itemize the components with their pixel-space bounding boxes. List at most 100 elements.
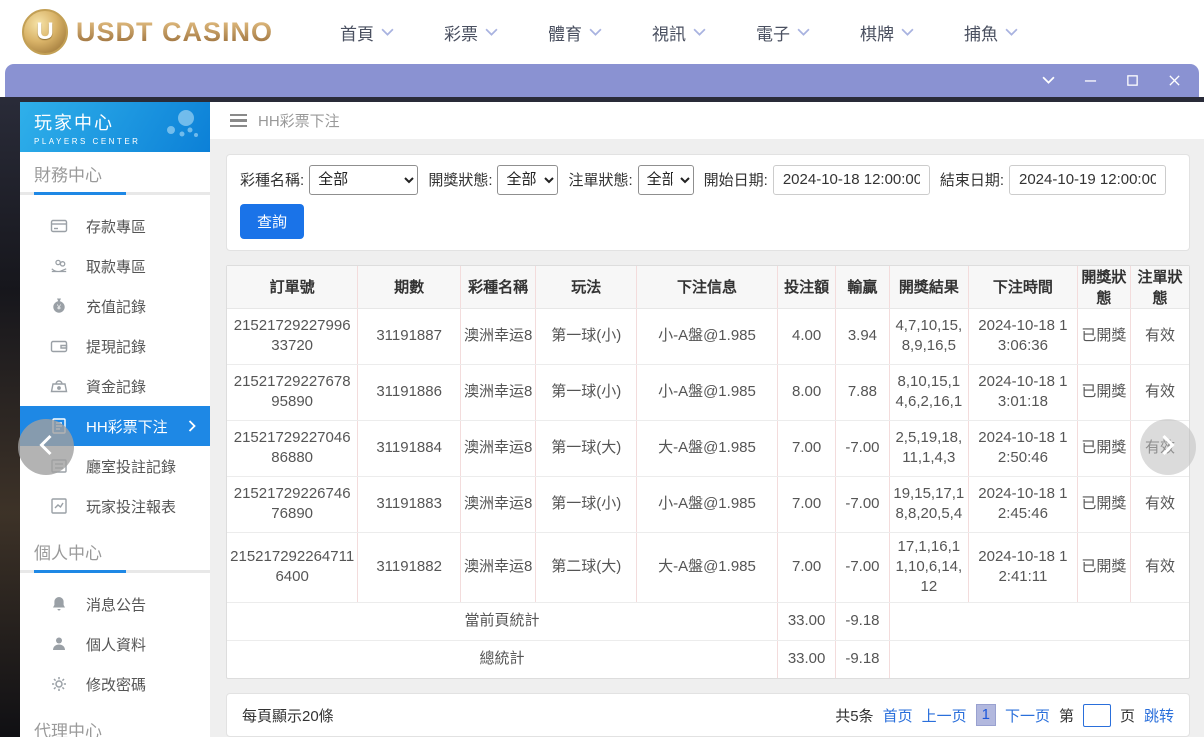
first-page-link[interactable]: 首页 bbox=[883, 705, 913, 726]
carousel-left-button[interactable] bbox=[18, 419, 74, 475]
sidebar-item-funds-records[interactable]: 資金記錄 bbox=[20, 366, 210, 406]
cell-period: 31191884 bbox=[357, 420, 461, 477]
top-navigation: 首頁 彩票 體育 視訊 電子 棋牌 捕魚 bbox=[315, 20, 1043, 45]
nav-item-video[interactable]: 視訊 bbox=[627, 20, 731, 45]
cell-play-type: 第一球(小) bbox=[535, 476, 638, 533]
cell-draw-status: 已開獎 bbox=[1077, 532, 1132, 603]
top-bar: U USDT CASINO 首頁 彩票 體育 視訊 電子 棋牌 捕魚 bbox=[0, 0, 1204, 64]
close-button[interactable] bbox=[1159, 70, 1189, 92]
start-date-input[interactable] bbox=[772, 164, 930, 195]
start-date-label: 開始日期: bbox=[703, 172, 768, 190]
chevron-down-icon bbox=[1041, 74, 1055, 87]
chevron-down-icon bbox=[1005, 28, 1018, 37]
next-page-link[interactable]: 下一页 bbox=[1005, 705, 1050, 726]
sidebar-item-label: 取款專區 bbox=[86, 258, 147, 276]
query-button[interactable]: 查詢 bbox=[240, 203, 305, 239]
sidebar-item-profile[interactable]: 個人資料 bbox=[20, 624, 210, 664]
current-page-indicator[interactable]: 1 bbox=[975, 704, 996, 726]
sidebar-item-change-password[interactable]: 修改密碼 bbox=[20, 664, 210, 704]
cell-order-no: 2152172922647116400 bbox=[227, 532, 359, 603]
cell-period: 31191887 bbox=[357, 308, 461, 365]
jump-page-input[interactable] bbox=[1082, 703, 1111, 727]
section-underline bbox=[20, 570, 210, 573]
nav-item-lottery[interactable]: 彩票 bbox=[419, 20, 523, 45]
cell-draw-result: 2,5,19,18,11,1,4,3 bbox=[889, 420, 970, 477]
cell-play-type: 第一球(小) bbox=[535, 364, 638, 421]
order-status-label: 注單狀態: bbox=[568, 172, 633, 190]
draw-status-select[interactable]: 全部 bbox=[497, 164, 559, 195]
cell-bet-info: 小-A盤@1.985 bbox=[636, 308, 778, 365]
panel-collapse-button[interactable] bbox=[1033, 70, 1063, 92]
filter-panel: 彩種名稱: 全部 開獎狀態: 全部 注單狀態: 全部 開始日期: 結束日期: 查… bbox=[226, 153, 1190, 251]
cell-draw-result: 19,15,17,18,8,20,5,4 bbox=[889, 476, 970, 533]
sidebar-item-player-bet-report[interactable]: 玩家投注報表 bbox=[20, 486, 210, 526]
nav-item-chess[interactable]: 棋牌 bbox=[835, 20, 939, 45]
sidebar-item-recharge-records[interactable]: ¥ 充值記錄 bbox=[20, 286, 210, 326]
cell-draw-status: 已開獎 bbox=[1077, 476, 1132, 533]
main-area: HH彩票下注 彩種名稱: 全部 開獎狀態: 全部 注單狀態: 全部 開始日期: … bbox=[210, 102, 1204, 737]
jump-action-link[interactable]: 跳转 bbox=[1144, 705, 1174, 726]
sidebar-item-label: 廳室投註記錄 bbox=[86, 458, 177, 476]
cell-draw-status: 已開獎 bbox=[1077, 420, 1132, 477]
cell-draw-result: 17,1,16,11,10,6,14,12 bbox=[889, 532, 970, 603]
sidebar-item-notices[interactable]: 消息公告 bbox=[20, 584, 210, 624]
bets-table: 訂單號 期數 彩種名稱 玩法 下注信息 投注額 輸贏 開獎結果 下注時間 開獎狀態 注單狀態 215… bbox=[227, 265, 1189, 678]
sidebar-item-label: 修改密碼 bbox=[86, 676, 147, 694]
end-date-input[interactable] bbox=[1009, 164, 1166, 195]
end-date-label: 結束日期: bbox=[939, 172, 1004, 190]
bets-table-panel: 訂單號 期數 彩種名稱 玩法 下注信息 投注額 輸贏 開獎結果 下注時間 開獎狀態 注單狀態 215… bbox=[226, 264, 1190, 679]
logo-wordmark: USDT CASINO bbox=[76, 16, 274, 47]
summary-bet-amount: 33.00 bbox=[777, 640, 837, 678]
breadcrumb: HH彩票下注 bbox=[210, 102, 1204, 139]
chevron-down-icon bbox=[901, 28, 914, 37]
lottery-name-select[interactable]: 全部 bbox=[309, 164, 419, 195]
nav-item-electronic[interactable]: 電子 bbox=[731, 20, 835, 45]
cell-order-status: 有效 bbox=[1130, 308, 1189, 365]
close-icon bbox=[1168, 74, 1181, 87]
cell-order-no: 2152172922799633720 bbox=[227, 308, 359, 365]
chevron-down-icon bbox=[381, 28, 394, 37]
summary-label: 當前頁統計 bbox=[227, 602, 778, 641]
maximize-button[interactable] bbox=[1117, 70, 1147, 92]
window-title-bar[interactable] bbox=[5, 64, 1199, 97]
column-header-period: 期數 bbox=[357, 265, 461, 309]
content: 彩種名稱: 全部 開獎狀態: 全部 注單狀態: 全部 開始日期: 結束日期: 查… bbox=[210, 139, 1204, 737]
cell-bet-time: 2024-10-18 12:50:46 bbox=[968, 420, 1078, 477]
sidebar-section-title-finance-center: 財務中心 bbox=[34, 166, 102, 185]
prev-page-link[interactable]: 上一页 bbox=[922, 705, 967, 726]
nav-item-home[interactable]: 首頁 bbox=[315, 20, 419, 45]
cell-order-no: 2152172922674676890 bbox=[227, 476, 359, 533]
cell-play-type: 第一球(小) bbox=[535, 308, 638, 365]
cell-draw-status: 已開獎 bbox=[1077, 364, 1132, 421]
usdt-casino-logo[interactable]: U USDT CASINO bbox=[22, 9, 273, 55]
column-header-bet-amount: 投注額 bbox=[777, 265, 837, 309]
table-row: 2152172922799633720 31191887 澳洲幸运8 第一球(小) 小-… bbox=[227, 308, 1189, 365]
nav-item-fishing[interactable]: 捕魚 bbox=[939, 20, 1043, 45]
cell-draw-result: 8,10,15,14,6,2,16,1 bbox=[889, 364, 970, 421]
cell-order-no: 2152172922767895890 bbox=[227, 364, 359, 421]
cell-bet-amount: 7.00 bbox=[777, 476, 837, 533]
sidebar-item-deposit-zone[interactable]: 存款專區 bbox=[20, 206, 210, 246]
chevron-down-icon bbox=[693, 28, 706, 37]
sidebar-item-withdrawal-records[interactable]: 提現記錄 bbox=[20, 326, 210, 366]
sidebar-item-withdraw-zone[interactable]: 取款專區 bbox=[20, 246, 210, 286]
column-header-bet-info: 下注信息 bbox=[636, 265, 778, 309]
column-header-lottery-name: 彩種名稱 bbox=[460, 265, 537, 309]
cell-bet-amount: 4.00 bbox=[777, 308, 837, 365]
hamburger-icon[interactable] bbox=[230, 113, 247, 128]
cell-lottery-name: 澳洲幸运8 bbox=[460, 420, 537, 477]
nav-item-label: 棋牌 bbox=[860, 24, 895, 44]
cell-bet-time: 2024-10-18 13:01:18 bbox=[968, 364, 1078, 421]
sidebar-section-title-personal-center: 個人中心 bbox=[34, 544, 102, 563]
nav-item-sports[interactable]: 體育 bbox=[523, 20, 627, 45]
purse-icon bbox=[50, 377, 68, 395]
order-status-select[interactable]: 全部 bbox=[637, 164, 694, 195]
column-header-order-status: 注單狀態 bbox=[1130, 265, 1189, 309]
minimize-button[interactable] bbox=[1075, 70, 1105, 92]
carousel-right-button[interactable] bbox=[1140, 419, 1196, 475]
page-title: HH彩票下注 bbox=[258, 112, 340, 130]
summary-win-loss: -9.18 bbox=[835, 640, 890, 678]
cell-bet-time: 2024-10-18 12:41:11 bbox=[968, 532, 1078, 603]
summary-row-page-total: 當前頁統計 33.00 -9.18 bbox=[227, 602, 1189, 641]
chevron-right-icon bbox=[1160, 433, 1176, 462]
